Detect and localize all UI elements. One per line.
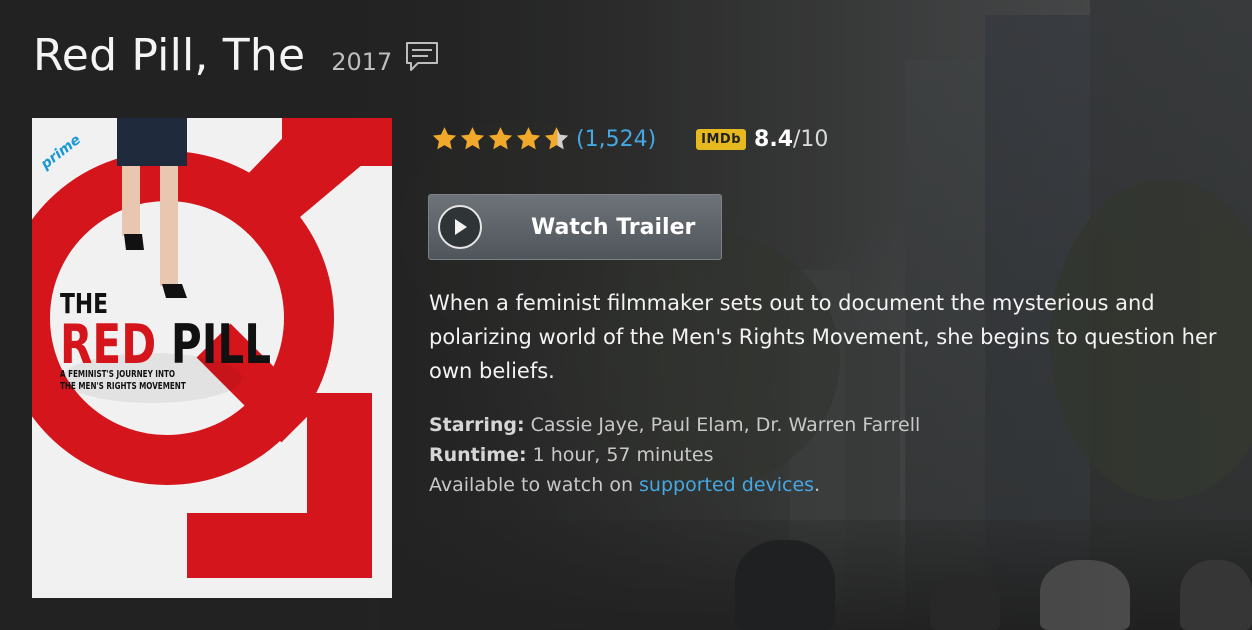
runtime-label: Runtime: — [429, 444, 527, 466]
poster-title-red: RED — [60, 313, 157, 376]
poster-title-pill: PILL — [170, 313, 272, 376]
rating-count-link[interactable]: (1,524) — [576, 127, 656, 152]
star-half-icon — [544, 127, 569, 150]
starring-label: Starring: — [429, 414, 525, 436]
poster-title: THE RED PILL — [60, 290, 271, 372]
title-row: Red Pill, The 2017 — [33, 30, 440, 81]
star-icon — [488, 127, 513, 150]
imdb-score: 8.4/10 — [754, 127, 828, 152]
watch-trailer-label: Watch Trailer — [531, 214, 696, 240]
starring-row: Starring: Cassie Jaye, Paul Elam, Dr. Wa… — [429, 410, 920, 440]
play-icon — [438, 205, 482, 249]
movie-title: Red Pill, The — [33, 30, 306, 81]
availability-row: Available to watch on supported devices. — [429, 470, 920, 500]
runtime-value: 1 hour, 57 minutes — [532, 444, 714, 466]
watch-trailer-button[interactable]: Watch Trailer — [428, 194, 722, 260]
release-year: 2017 — [331, 48, 393, 76]
poster-tagline-line1: A FEMINIST'S JOURNEY INTO — [60, 369, 176, 380]
supported-devices-link[interactable]: supported devices — [639, 474, 814, 496]
imdb-score-value: 8.4 — [754, 126, 794, 152]
rating-row: (1,524) IMDb 8.4/10 — [430, 122, 828, 156]
comment-bubble-icon[interactable] — [404, 40, 440, 78]
star-icon — [460, 127, 485, 150]
movie-poster[interactable]: prime THE RED PILL A FEMINIST'S JOURNEY … — [32, 118, 392, 598]
runtime-row: Runtime: 1 hour, 57 minutes — [429, 440, 920, 470]
star-rating[interactable] — [430, 125, 570, 153]
starring-value: Cassie Jaye, Paul Elam, Dr. Warren Farre… — [530, 414, 921, 436]
poster-tagline-line2: THE MEN'S RIGHTS MOVEMENT — [60, 381, 186, 392]
imdb-score-max: /10 — [793, 126, 829, 152]
imdb-badge: IMDb — [696, 128, 747, 150]
synopsis: When a feminist filmmaker sets out to do… — [429, 291, 1217, 383]
availability-period: . — [814, 474, 821, 496]
star-icon — [432, 127, 457, 150]
movie-details: Starring: Cassie Jaye, Paul Elam, Dr. Wa… — [429, 410, 920, 500]
poster-tagline: A FEMINIST'S JOURNEY INTO THE MEN'S RIGH… — [60, 369, 186, 393]
availability-text: Available to watch on — [429, 474, 633, 496]
star-icon — [516, 127, 541, 150]
